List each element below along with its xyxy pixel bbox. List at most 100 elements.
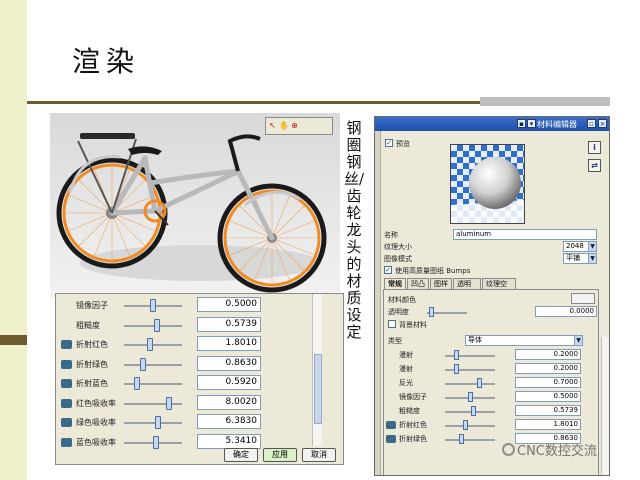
- param-row: 折射蓝色 0.5920: [56, 375, 316, 393]
- editor-value-field[interactable]: 0.5000: [515, 391, 581, 402]
- bumps-label: 使用高质量图纸 Bumps: [395, 267, 471, 275]
- param-label: 粗糙度: [76, 320, 100, 330]
- param-value-field[interactable]: 8.0020: [197, 394, 261, 410]
- texture-icon: [61, 418, 72, 427]
- info-button[interactable]: i: [588, 141, 601, 154]
- editor-slider-thumb[interactable]: [454, 350, 459, 360]
- editor-param-row: 粗糙度 0.5739: [385, 405, 595, 418]
- editor-slider-track[interactable]: [445, 383, 495, 385]
- editor-param-label: 反光: [399, 379, 413, 387]
- param-slider-thumb[interactable]: [147, 338, 154, 351]
- param-row: 绿色吸收率 6.3830: [56, 414, 316, 432]
- editor-value-field[interactable]: 1.8010: [515, 419, 581, 430]
- cursor-icon[interactable]: ↖: [268, 121, 277, 131]
- param-value-field[interactable]: 0.5920: [197, 375, 261, 390]
- param-value-field[interactable]: 5.3410: [197, 433, 261, 449]
- param-slider-thumb[interactable]: [150, 299, 156, 312]
- param-value-field[interactable]: 0.5000: [197, 297, 261, 312]
- param-slider-thumb[interactable]: [155, 416, 162, 429]
- close-icon[interactable]: ×: [598, 119, 607, 128]
- param-slider-track[interactable]: [124, 363, 182, 366]
- param-slider-thumb[interactable]: [134, 377, 141, 390]
- param-value-field[interactable]: 0.8630: [197, 355, 261, 371]
- editor-slider-track[interactable]: [445, 425, 495, 427]
- param-label: 折射绿色: [76, 359, 108, 369]
- param-scrollbar[interactable]: [312, 294, 322, 446]
- apply-button[interactable]: 应用: [263, 448, 297, 462]
- param-value-field[interactable]: 1.8010: [197, 336, 261, 351]
- param-row: 红色吸收率 8.0020: [56, 394, 316, 413]
- tab-0[interactable]: 常规: [384, 278, 406, 289]
- param-slider-thumb[interactable]: [165, 396, 172, 410]
- editor-param-row: 反光 0.7000: [385, 377, 595, 390]
- editor-slider-thumb[interactable]: [463, 420, 468, 430]
- editor-param-row: 折射红色 1.8010: [385, 419, 595, 432]
- texture-size-select[interactable]: 2048 ▼: [563, 241, 597, 252]
- tab-1[interactable]: 凹凸: [407, 278, 429, 289]
- editor-value-field[interactable]: 0.7000: [515, 377, 581, 388]
- image-mode-select[interactable]: 平铺 ▼: [563, 253, 597, 264]
- bicycle-render: [50, 113, 340, 298]
- restore-icon[interactable]: ▫: [587, 119, 596, 128]
- editor-slider-thumb[interactable]: [458, 434, 464, 444]
- pin-icon[interactable]: ▪: [517, 119, 526, 128]
- editor-value-field[interactable]: 0.2000: [515, 363, 581, 374]
- param-slider-thumb[interactable]: [139, 357, 146, 371]
- watermark: CNC数控交流: [517, 444, 597, 459]
- editor-slider-track[interactable]: [445, 369, 495, 371]
- editor-param-label: 折射绿色: [399, 435, 427, 443]
- ok-button[interactable]: 确定: [224, 448, 258, 462]
- param-label: 镜像因子: [76, 301, 108, 310]
- editor-param-label: 粗糙度: [399, 407, 420, 415]
- bicycle-render-view[interactable]: [50, 113, 340, 298]
- editor-value-field[interactable]: 0.5739: [515, 405, 581, 416]
- tab-4[interactable]: 纹理空间: [482, 278, 516, 298]
- left-accent-block: [0, 335, 27, 345]
- preview-checkbox[interactable]: ✓: [385, 139, 393, 147]
- editor-slider-thumb[interactable]: [454, 364, 459, 374]
- editor-slider-thumb[interactable]: [470, 406, 476, 416]
- render-mini-toolbar: ↖ ✋ ⊕: [265, 117, 333, 135]
- tab-2[interactable]: 图样: [430, 278, 452, 289]
- background-material-checkbox[interactable]: [388, 320, 396, 328]
- param-slider-thumb[interactable]: [152, 435, 159, 449]
- editor-slider-thumb[interactable]: [467, 392, 473, 402]
- cancel-button[interactable]: 取消: [302, 448, 336, 462]
- editor-param-label: 漫射: [399, 351, 413, 359]
- background-material-label: 背景材料: [399, 321, 427, 329]
- tab-3[interactable]: 透明度: [453, 278, 481, 298]
- param-label: 蓝色吸收率: [76, 437, 116, 447]
- param-slider-track[interactable]: [124, 402, 182, 405]
- transparency-label: 透明度: [388, 308, 409, 316]
- material-editor-titlebar: ▪ ▾ 材料编辑器 ▫ ×: [375, 117, 609, 131]
- type-select[interactable]: 导体 ▼: [465, 335, 583, 346]
- param-slider-track[interactable]: [124, 422, 182, 424]
- param-value-field[interactable]: 0.5739: [197, 316, 261, 332]
- swap-button[interactable]: ⇄: [588, 159, 601, 172]
- editor-param-row: 漫射 0.2000: [385, 363, 595, 376]
- texture-icon: [61, 379, 72, 388]
- menu-icon[interactable]: ▾: [527, 119, 536, 128]
- left-accent-strip: [0, 0, 27, 480]
- param-value-field[interactable]: 6.3830: [197, 414, 261, 429]
- param-slider-thumb[interactable]: [153, 318, 160, 332]
- material-color-label: 材料颜色: [388, 296, 416, 304]
- editor-rail: [375, 131, 381, 475]
- editor-value-field[interactable]: 0.2000: [515, 349, 581, 360]
- chevron-down-icon: ▼: [574, 336, 582, 345]
- zoom-icon[interactable]: ⊕: [290, 121, 299, 131]
- material-name-field[interactable]: aluminum: [453, 229, 597, 240]
- param-label: 折射蓝色: [76, 379, 108, 388]
- param-slider-track[interactable]: [124, 383, 182, 385]
- image-mode-label: 图像模式: [384, 255, 412, 263]
- param-row: 粗糙度 0.5739: [56, 316, 316, 335]
- transparency-value[interactable]: 0.0000: [535, 306, 597, 317]
- bumps-checkbox[interactable]: ✓: [384, 266, 392, 274]
- editor-slider-thumb[interactable]: [476, 378, 482, 388]
- material-color-swatch[interactable]: [571, 293, 595, 304]
- editor-slider-track[interactable]: [445, 439, 495, 441]
- transparency-slider-thumb[interactable]: [429, 307, 434, 317]
- editor-slider-track[interactable]: [445, 355, 495, 357]
- hand-icon[interactable]: ✋: [279, 121, 289, 131]
- editor-scrollbar[interactable]: [601, 337, 609, 475]
